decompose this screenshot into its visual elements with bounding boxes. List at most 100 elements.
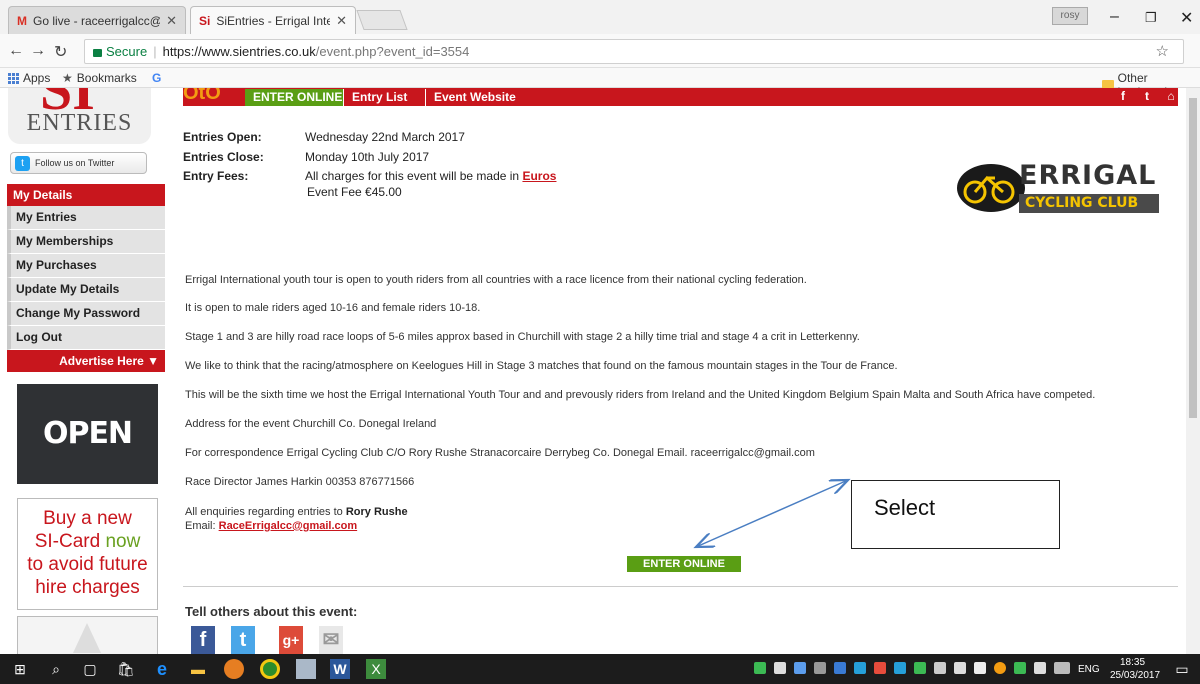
- edge-icon[interactable]: e: [152, 659, 172, 679]
- back-icon[interactable]: ←: [8, 42, 24, 60]
- share-email-icon[interactable]: ✉: [319, 626, 343, 654]
- nav-enter-online[interactable]: ENTER ONLINE: [245, 89, 351, 106]
- page-scrollbar[interactable]: [1186, 88, 1200, 654]
- lock-icon: [93, 48, 102, 57]
- tray-icon[interactable]: [1014, 662, 1026, 674]
- reload-icon[interactable]: ↻: [54, 42, 67, 62]
- volume-icon[interactable]: [974, 662, 986, 674]
- maximize-icon[interactable]: ❐: [1145, 10, 1157, 26]
- word-icon[interactable]: W: [330, 659, 350, 679]
- tray-icon[interactable]: [814, 662, 826, 674]
- share-facebook-icon[interactable]: f: [191, 626, 215, 654]
- ad-line: SI-Card now: [34, 531, 141, 552]
- annotation-callout: Select: [851, 480, 1060, 549]
- file-explorer-icon[interactable]: ▬: [188, 659, 208, 679]
- tray-icon[interactable]: [774, 662, 786, 674]
- close-tab-icon[interactable]: ✕: [166, 13, 177, 29]
- battery-icon[interactable]: [954, 662, 966, 674]
- app-icon[interactable]: [224, 659, 244, 679]
- email-link[interactable]: RaceErrigalcc@gmail.com: [219, 520, 358, 532]
- entry-fees-text: All charges for this event will be made …: [305, 169, 557, 183]
- tab-gmail[interactable]: M Go live - raceerrigalcc@g ✕: [8, 6, 186, 34]
- tray-icon[interactable]: [894, 662, 906, 674]
- windows-start-icon[interactable]: ⊞: [10, 659, 30, 679]
- apps-shortcut[interactable]: Apps: [8, 71, 50, 85]
- divider: |: [153, 44, 157, 59]
- description-paragraph: We like to think that the racing/atmosph…: [185, 360, 898, 372]
- address-bar[interactable]: Secure | https://www.sientries.co.uk/eve…: [84, 39, 1184, 64]
- sidebar-item-my-purchases[interactable]: My Purchases: [7, 254, 165, 278]
- gmail-icon: M: [17, 13, 27, 28]
- clock-time[interactable]: 18:35: [1120, 657, 1145, 668]
- email-line: Email: RaceErrigalcc@gmail.com: [185, 520, 358, 532]
- tray-icon[interactable]: [1034, 662, 1046, 674]
- twitter-icon[interactable]: t: [1137, 88, 1157, 104]
- euros-link[interactable]: Euros: [522, 169, 556, 183]
- entries-open-label: Entries Open:: [183, 130, 262, 144]
- tray-icon[interactable]: [834, 662, 846, 674]
- profile-button[interactable]: rosy: [1052, 7, 1088, 25]
- tray-icon[interactable]: [754, 662, 766, 674]
- new-tab-button[interactable]: [356, 10, 408, 30]
- follow-twitter-button[interactable]: t Follow us on Twitter: [10, 152, 147, 174]
- tray-icon[interactable]: [874, 662, 886, 674]
- advert-image[interactable]: [17, 616, 158, 654]
- share-twitter-icon[interactable]: t: [231, 626, 255, 654]
- entries-close-value: Monday 10th July 2017: [305, 150, 430, 164]
- chrome-icon[interactable]: [260, 659, 280, 679]
- url-path: /event.php?event_id=3554: [315, 44, 470, 59]
- notepad-icon[interactable]: [296, 659, 316, 679]
- si-card-ad[interactable]: Buy a new SI-Card now to avoid future hi…: [17, 498, 158, 610]
- menu-my-details[interactable]: My Details: [7, 184, 165, 206]
- sidebar-menu: My Entries My Memberships My Purchases U…: [7, 206, 165, 350]
- tab-title: SiEntries - Errigal Interna: [216, 13, 331, 28]
- bookmarks-bar: Apps ★ Bookmarks G Other bookmarks: [0, 68, 1200, 99]
- ad-line: to avoid future: [27, 554, 148, 575]
- sidebar-item-my-memberships[interactable]: My Memberships: [7, 230, 165, 254]
- task-view-icon[interactable]: ▢: [80, 659, 100, 679]
- close-tab-icon[interactable]: ✕: [336, 13, 347, 29]
- logo-line2: CYCLING CLUB: [1025, 195, 1139, 211]
- notifications-icon[interactable]: ▭: [1172, 659, 1192, 679]
- si-entries-logo[interactable]: SI ENTRIES: [8, 88, 151, 144]
- bluetooth-icon[interactable]: [934, 662, 946, 674]
- facebook-icon[interactable]: f: [1113, 88, 1133, 104]
- entries-open-value: Wednesday 22nd March 2017: [305, 130, 465, 144]
- secure-indicator[interactable]: Secure: [93, 44, 147, 59]
- bookmark-star-icon[interactable]: ☆: [1156, 42, 1169, 60]
- tray-icon[interactable]: [794, 662, 806, 674]
- search-icon[interactable]: ⌕: [46, 659, 66, 679]
- store-icon[interactable]: 🛍: [116, 659, 136, 679]
- event-fee-value: Event Fee €45.00: [307, 185, 402, 199]
- keyboard-icon[interactable]: [1054, 662, 1070, 674]
- bookmarks-shortcut[interactable]: ★ Bookmarks: [62, 71, 137, 85]
- share-googleplus-icon[interactable]: g+: [279, 626, 303, 654]
- close-window-icon[interactable]: ✕: [1180, 8, 1193, 28]
- open-now-ad[interactable]: OPEN NOW: [17, 384, 158, 551]
- minimize-icon[interactable]: –: [1110, 8, 1119, 26]
- sidebar-item-log-out[interactable]: Log Out: [7, 326, 165, 350]
- clock-date[interactable]: 25/03/2017: [1110, 670, 1160, 681]
- scrollbar-thumb[interactable]: [1189, 98, 1197, 418]
- excel-icon[interactable]: X: [366, 659, 386, 679]
- home-icon[interactable]: ⌂: [1161, 88, 1181, 104]
- twitter-label: Follow us on Twitter: [35, 158, 115, 168]
- sidebar-item-change-password[interactable]: Change My Password: [7, 302, 165, 326]
- forward-icon[interactable]: →: [30, 42, 46, 60]
- tray-icon[interactable]: [994, 662, 1006, 674]
- sidebar-item-update-details[interactable]: Update My Details: [7, 278, 165, 302]
- tab-sientries[interactable]: Si SiEntries - Errigal Interna ✕: [190, 6, 356, 34]
- logo-text: ENTRIES: [26, 110, 133, 136]
- nav-entry-list[interactable]: Entry List: [343, 89, 416, 106]
- sidebar-item-my-entries[interactable]: My Entries: [7, 206, 165, 230]
- sientries-icon: Si: [199, 13, 211, 28]
- language-indicator[interactable]: ENG: [1078, 664, 1100, 675]
- advertise-here-link[interactable]: Advertise Here ▼: [7, 350, 165, 372]
- enter-online-button[interactable]: ENTER ONLINE: [627, 556, 741, 572]
- tray-icon[interactable]: [854, 662, 866, 674]
- nav-event-website[interactable]: Event Website: [425, 89, 524, 106]
- event-nav-bar: OtO ENTER ONLINE Entry List Event Websit…: [183, 88, 1178, 106]
- ad-line: Buy a new: [43, 508, 132, 529]
- google-icon[interactable]: G: [152, 71, 161, 85]
- tray-icon[interactable]: [914, 662, 926, 674]
